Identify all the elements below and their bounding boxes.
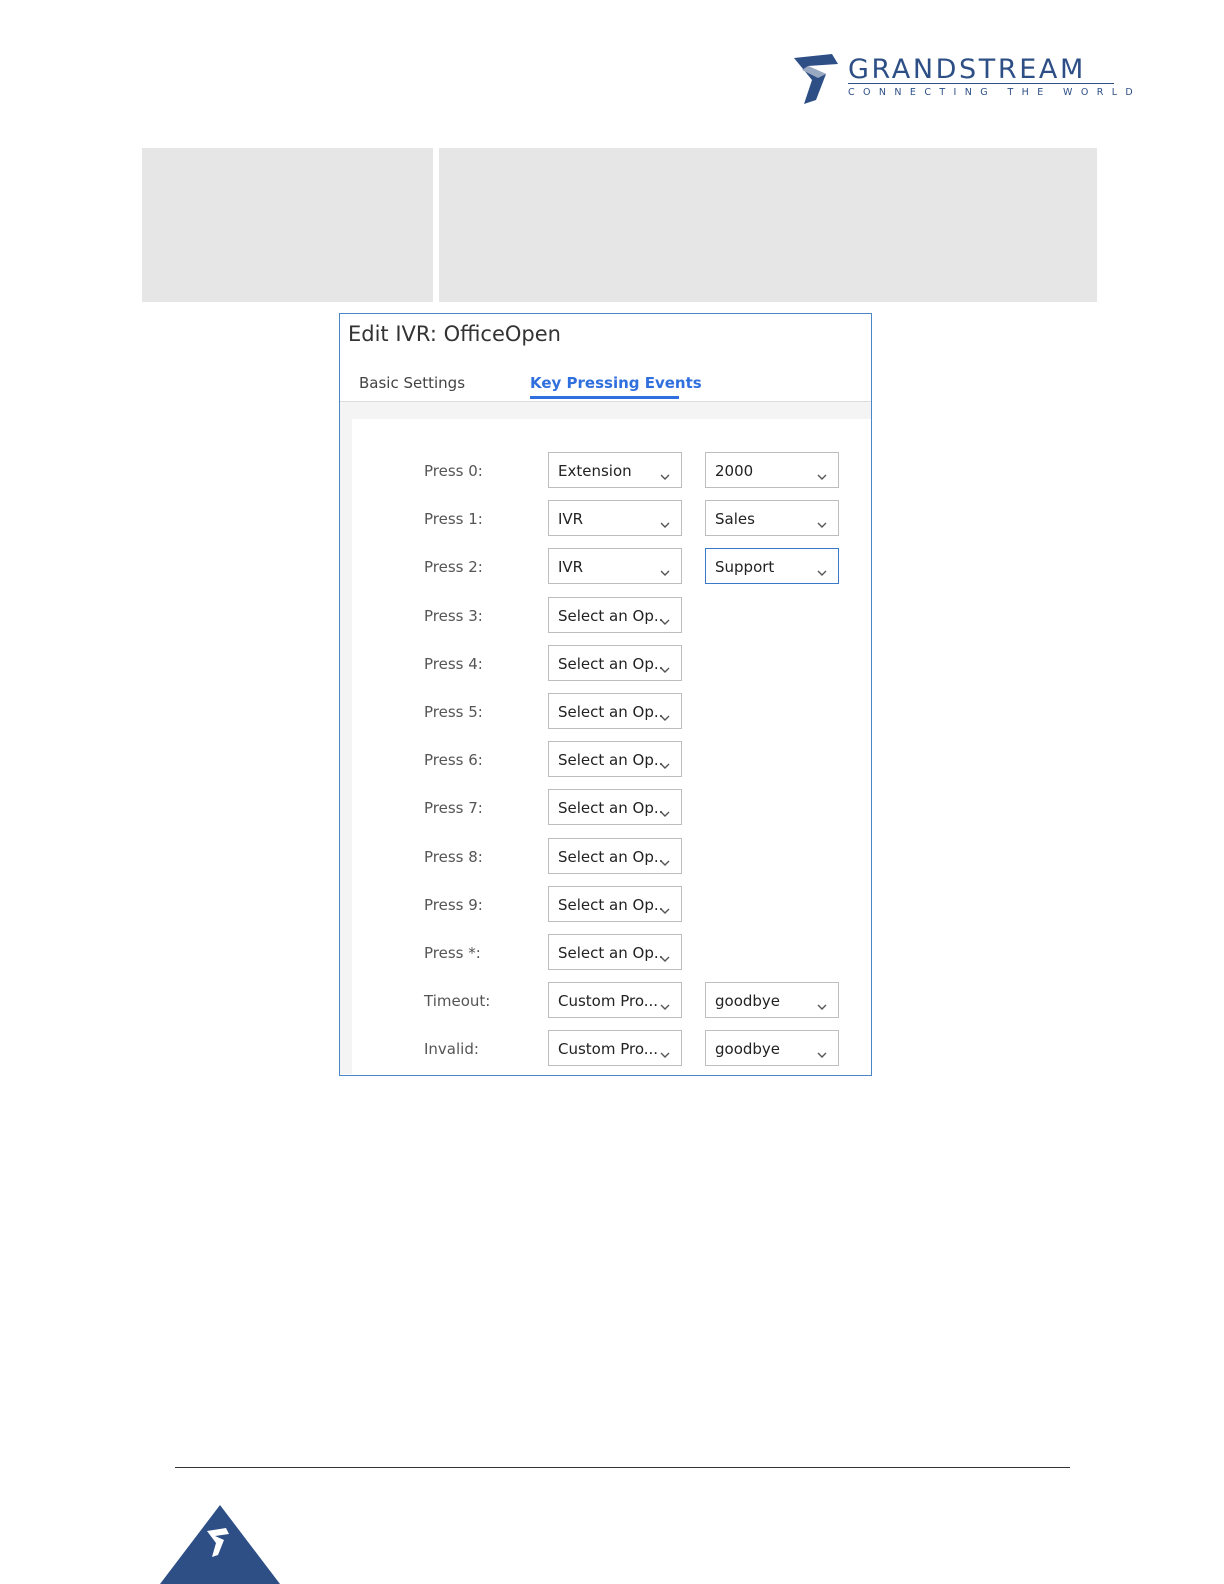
- key-event-row: Press 6: Select an Op...: [340, 741, 871, 779]
- key-event-label: Press 8:: [424, 848, 483, 866]
- key-event-label: Timeout:: [424, 992, 491, 1010]
- action-type-select[interactable]: Select an Op...: [548, 789, 682, 825]
- action-type-select[interactable]: Custom Pro...: [548, 1030, 682, 1066]
- content-top-band: [340, 402, 871, 419]
- chevron-down-icon: [660, 468, 670, 480]
- key-event-row: Press 7: Select an Op...: [340, 789, 871, 827]
- action-type-value: IVR: [558, 510, 584, 528]
- key-event-label: Press 2:: [424, 558, 483, 576]
- chevron-down-icon: [660, 516, 670, 528]
- action-type-value: Select an Op...: [558, 751, 662, 769]
- chevron-down-icon: [660, 1046, 670, 1058]
- key-event-label: Invalid:: [424, 1040, 479, 1058]
- key-event-label: Press 9:: [424, 896, 483, 914]
- key-event-row: Press 8: Select an Op...: [340, 838, 871, 876]
- key-event-row: Press *: Select an Op...: [340, 934, 871, 972]
- action-type-select[interactable]: Select an Op...: [548, 645, 682, 681]
- action-target-value: Support: [715, 558, 775, 576]
- action-target-value: Sales: [715, 510, 755, 528]
- action-target-value: goodbye: [715, 1040, 781, 1058]
- key-event-label: Press 5:: [424, 703, 483, 721]
- key-event-row: Press 4: Select an Op...: [340, 645, 871, 683]
- active-tab-indicator: [530, 396, 679, 399]
- action-type-select[interactable]: Select an Op...: [548, 741, 682, 777]
- key-event-row: Press 3: Select an Op...: [340, 597, 871, 635]
- action-type-select[interactable]: IVR: [548, 500, 682, 536]
- key-event-label: Press 6:: [424, 751, 483, 769]
- chevron-down-icon: [660, 661, 670, 673]
- chevron-down-icon: [660, 854, 670, 866]
- chevron-down-icon: [660, 564, 670, 576]
- key-event-row: Press 2: IVR Support: [340, 548, 871, 586]
- action-type-value: Select an Op...: [558, 944, 662, 962]
- action-type-value: Extension: [558, 462, 632, 480]
- key-event-label: Press 3:: [424, 607, 483, 625]
- action-type-value: Select an Op...: [558, 607, 662, 625]
- action-type-select[interactable]: Select an Op...: [548, 693, 682, 729]
- brand-tagline: CONNECTING THE WORLD: [848, 87, 1142, 98]
- action-target-select[interactable]: goodbye: [705, 1030, 839, 1066]
- action-type-select[interactable]: Custom Pro...: [548, 982, 682, 1018]
- chevron-down-icon: [817, 516, 827, 528]
- key-event-label: Press *:: [424, 944, 481, 962]
- chevron-down-icon: [660, 757, 670, 769]
- table-cell-right: [439, 148, 1097, 302]
- action-type-value: Select an Op...: [558, 799, 662, 817]
- action-type-value: Custom Pro...: [558, 1040, 659, 1058]
- table-cell-left: [142, 148, 433, 302]
- key-event-row: Timeout: Custom Pro... goodbye: [340, 982, 871, 1020]
- tab-basic-settings[interactable]: Basic Settings: [359, 374, 465, 392]
- chevron-down-icon: [660, 998, 670, 1010]
- key-event-row: Invalid: Custom Pro... goodbye: [340, 1030, 871, 1068]
- action-type-value: Custom Pro...: [558, 992, 659, 1010]
- footer-rule: [175, 1467, 1070, 1468]
- key-event-row: Press 1: IVR Sales: [340, 500, 871, 538]
- action-target-select[interactable]: goodbye: [705, 982, 839, 1018]
- brand-rule: [848, 83, 1114, 84]
- key-event-row: Press 0: Extension 2000: [340, 452, 871, 490]
- action-type-value: Select an Op...: [558, 655, 662, 673]
- action-target-value: goodbye: [715, 992, 781, 1010]
- action-type-value: Select an Op...: [558, 896, 662, 914]
- chevron-down-icon: [660, 950, 670, 962]
- chevron-down-icon: [817, 998, 827, 1010]
- chevron-down-icon: [660, 805, 670, 817]
- action-type-value: Select an Op...: [558, 703, 662, 721]
- key-event-row: Press 9: Select an Op...: [340, 886, 871, 924]
- edit-ivr-dialog: Edit IVR: OfficeOpen Basic Settings Key …: [339, 313, 872, 1076]
- footer-logo-icon: [160, 1505, 280, 1584]
- action-target-select[interactable]: Sales: [705, 500, 839, 536]
- action-type-value: Select an Op...: [558, 848, 662, 866]
- action-type-select[interactable]: Select an Op...: [548, 597, 682, 633]
- action-type-select[interactable]: Extension: [548, 452, 682, 488]
- action-target-value: 2000: [715, 462, 754, 480]
- key-event-row: Press 5: Select an Op...: [340, 693, 871, 731]
- action-type-value: IVR: [558, 558, 584, 576]
- grandstream-logo: GRANDSTREAM CONNECTING THE WORLD: [792, 54, 1133, 104]
- action-target-select[interactable]: 2000: [705, 452, 839, 488]
- chevron-down-icon: [660, 709, 670, 721]
- chevron-down-icon: [660, 902, 670, 914]
- key-event-label: Press 1:: [424, 510, 483, 528]
- action-type-select[interactable]: IVR: [548, 548, 682, 584]
- chevron-down-icon: [817, 1046, 827, 1058]
- grandstream-swoosh-icon: [794, 54, 838, 104]
- dialog-title: Edit IVR: OfficeOpen: [348, 322, 561, 346]
- key-event-label: Press 0:: [424, 462, 483, 480]
- chevron-down-icon: [817, 468, 827, 480]
- action-target-select[interactable]: Support: [705, 548, 839, 584]
- key-event-label: Press 7:: [424, 799, 483, 817]
- key-event-label: Press 4:: [424, 655, 483, 673]
- action-type-select[interactable]: Select an Op...: [548, 934, 682, 970]
- brand-name: GRANDSTREAM: [848, 54, 1086, 85]
- action-type-select[interactable]: Select an Op...: [548, 838, 682, 874]
- chevron-down-icon: [817, 564, 827, 576]
- tab-key-pressing-events[interactable]: Key Pressing Events: [530, 374, 702, 392]
- action-type-select[interactable]: Select an Op...: [548, 886, 682, 922]
- chevron-down-icon: [660, 613, 670, 625]
